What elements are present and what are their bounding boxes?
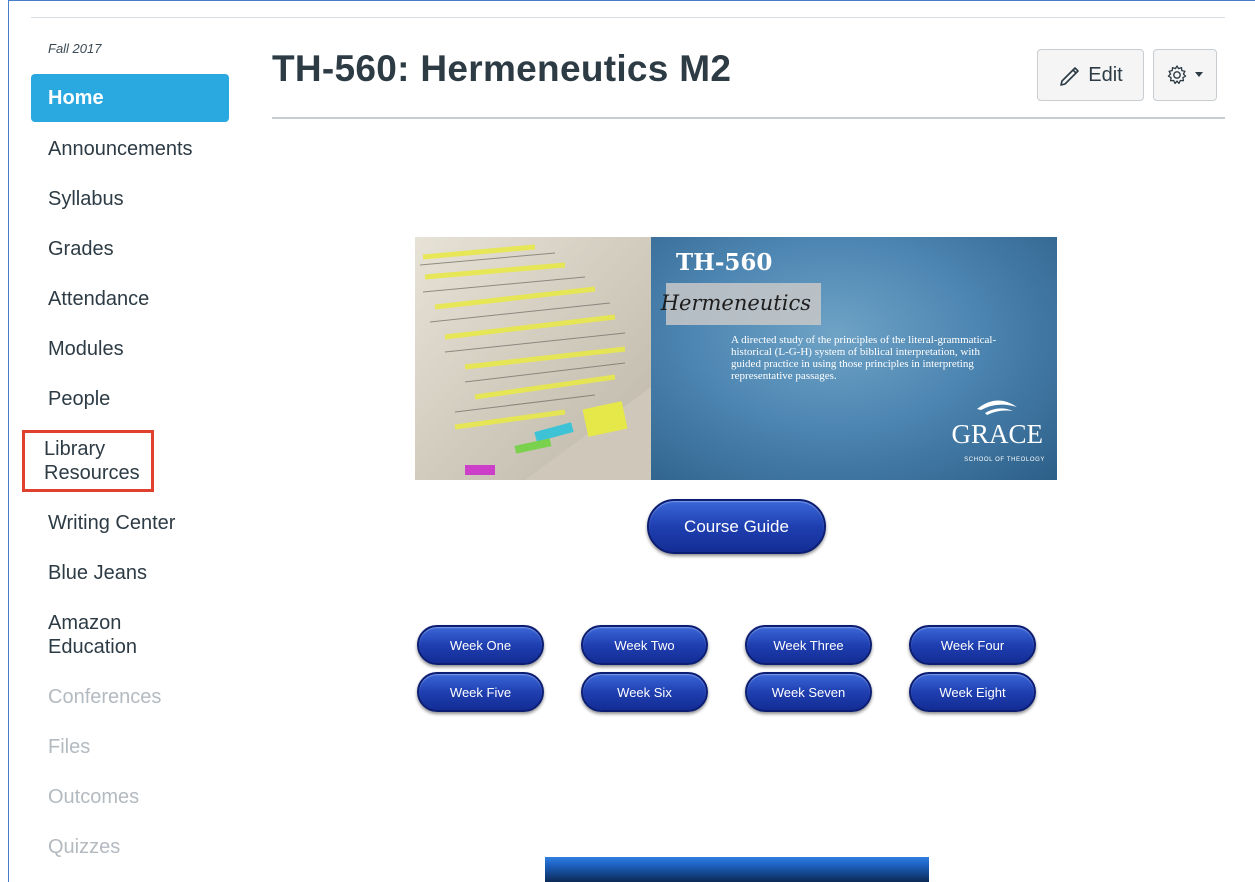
nav-item-syllabus[interactable]: Syllabus <box>31 187 241 211</box>
edit-button[interactable]: Edit <box>1037 49 1144 101</box>
week-five-button[interactable]: Week Five <box>417 672 544 712</box>
bible-photo <box>415 237 651 480</box>
term-label: Fall 2017 <box>48 41 102 56</box>
nav-item-people[interactable]: People <box>31 387 241 411</box>
banner-blue-panel: TH-560 A directed study of the principle… <box>651 237 1057 480</box>
course-banner: TH-560 A directed study of the principle… <box>415 237 1057 480</box>
nav-item-amazon-education[interactable]: Amazon Education <box>31 611 241 659</box>
nav-item-conferences[interactable]: Conferences <box>31 685 241 709</box>
top-divider <box>31 17 1225 18</box>
pencil-icon <box>1058 64 1080 86</box>
page-title: TH-560: Hermeneutics M2 <box>272 48 732 89</box>
week-one-button[interactable]: Week One <box>417 625 544 665</box>
banner-course-code: TH-560 <box>676 249 773 276</box>
nav-item-home[interactable]: Home <box>31 74 229 122</box>
nav-item-library-resources[interactable]: Library Resources <box>22 430 154 492</box>
nav-item-files[interactable]: Files <box>31 735 241 759</box>
nav-item-attendance[interactable]: Attendance <box>31 287 241 311</box>
nav-item-grades[interactable]: Grades <box>31 237 241 261</box>
header-divider <box>272 117 1225 119</box>
gear-icon <box>1166 64 1188 86</box>
nav-item-modules[interactable]: Modules <box>31 337 241 361</box>
banner-description: A directed study of the principles of th… <box>731 334 997 382</box>
banner-subtitle-box: Hermeneutics <box>661 283 821 325</box>
edit-button-label: Edit <box>1088 63 1123 86</box>
nav-item-outcomes[interactable]: Outcomes <box>31 785 241 809</box>
week-two-button[interactable]: Week Two <box>581 625 708 665</box>
week-seven-button[interactable]: Week Seven <box>745 672 872 712</box>
nav-item-writing-center[interactable]: Writing Center <box>31 511 241 535</box>
week-six-button[interactable]: Week Six <box>581 672 708 712</box>
week-three-button[interactable]: Week Three <box>745 625 872 665</box>
course-guide-button[interactable]: Course Guide <box>647 499 826 554</box>
nav-item-blue-jeans[interactable]: Blue Jeans <box>31 561 241 585</box>
grace-logo: GRACE <box>951 397 1043 450</box>
nav-item-announcements[interactable]: Announcements <box>31 137 241 161</box>
partial-bottom-banner <box>545 857 929 882</box>
grace-logo-subtext: SCHOOL OF THEOLOGY <box>964 457 1045 463</box>
banner-subtitle: Hermeneutics <box>660 291 811 315</box>
chevron-down-icon <box>1194 71 1204 79</box>
grace-logo-text: GRACE <box>951 419 1043 449</box>
course-nav: Fall 2017 Home Announcements Syllabus Gr… <box>22 41 241 882</box>
week-eight-button[interactable]: Week Eight <box>909 672 1036 712</box>
week-four-button[interactable]: Week Four <box>909 625 1036 665</box>
nav-item-quizzes[interactable]: Quizzes <box>31 835 241 859</box>
settings-menu-button[interactable] <box>1153 49 1217 101</box>
